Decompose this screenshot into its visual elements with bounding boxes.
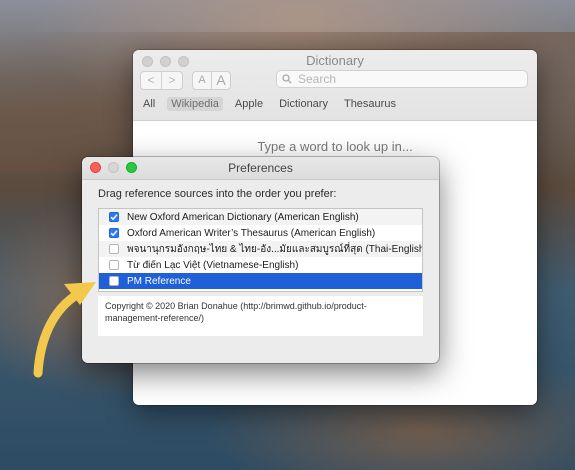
source-checkbox[interactable] <box>109 228 119 238</box>
decrease-font-button[interactable]: A <box>192 71 212 90</box>
source-label: New Oxford American Dictionary (American… <box>127 211 359 223</box>
list-item-selected[interactable]: PM Reference <box>99 273 422 289</box>
source-tabs: All Wikipedia Apple Dictionary Thesaurus <box>139 97 400 111</box>
source-checkbox[interactable] <box>109 260 119 270</box>
forward-button[interactable]: > <box>162 71 183 90</box>
source-checkbox[interactable] <box>109 276 119 286</box>
source-checkbox[interactable] <box>109 244 119 254</box>
reference-source-list: New Oxford American Dictionary (American… <box>98 208 423 292</box>
tab-apple[interactable]: Apple <box>231 97 267 111</box>
source-label: พจนานุกรมอังกฤษ-ไทย & ไทย-อัง...มัยและสม… <box>127 243 422 255</box>
lookup-placeholder: Type a word to look up in... <box>257 139 413 154</box>
navigation-buttons: < > <box>140 71 183 90</box>
dictionary-toolbar: Dictionary < > A A All Wikipedia Apple D… <box>133 50 537 121</box>
list-item[interactable]: พจนานุกรมอังกฤษ-ไทย & ไทย-อัง...มัยและสม… <box>99 241 422 257</box>
search-field[interactable] <box>276 70 528 88</box>
tab-all[interactable]: All <box>139 97 159 111</box>
list-item[interactable]: Từ điển Lạc Việt (Vietnamese-English) <box>99 257 422 273</box>
search-input[interactable] <box>296 71 520 87</box>
preferences-title: Preferences <box>228 161 293 175</box>
checkmark-icon <box>110 230 118 237</box>
back-button[interactable]: < <box>140 71 162 90</box>
tab-wikipedia[interactable]: Wikipedia <box>167 97 223 111</box>
search-icon <box>282 74 292 84</box>
preferences-window: Preferences Drag reference sources into … <box>82 157 439 363</box>
source-label: Oxford American Writer’s Thesaurus (Amer… <box>127 227 376 239</box>
increase-font-button[interactable]: A <box>212 71 231 90</box>
font-size-buttons: A A <box>192 71 231 90</box>
list-item[interactable]: Oxford American Writer’s Thesaurus (Amer… <box>99 225 422 241</box>
checkmark-icon <box>110 214 118 221</box>
dictionary-title: Dictionary <box>306 53 364 68</box>
preferences-titlebar: Preferences <box>82 157 439 180</box>
source-label: Từ điển Lạc Việt (Vietnamese-English) <box>127 259 299 271</box>
source-checkbox[interactable] <box>109 212 119 222</box>
copyright-text: Copyright © 2020 Brian Donahue (http://b… <box>98 296 423 336</box>
instructions-text: Drag reference sources into the order yo… <box>98 188 337 200</box>
list-item[interactable]: New Oxford American Dictionary (American… <box>99 209 422 225</box>
source-label: PM Reference <box>127 275 191 287</box>
tab-thesaurus[interactable]: Thesaurus <box>340 97 400 111</box>
tab-dictionary[interactable]: Dictionary <box>275 97 332 111</box>
